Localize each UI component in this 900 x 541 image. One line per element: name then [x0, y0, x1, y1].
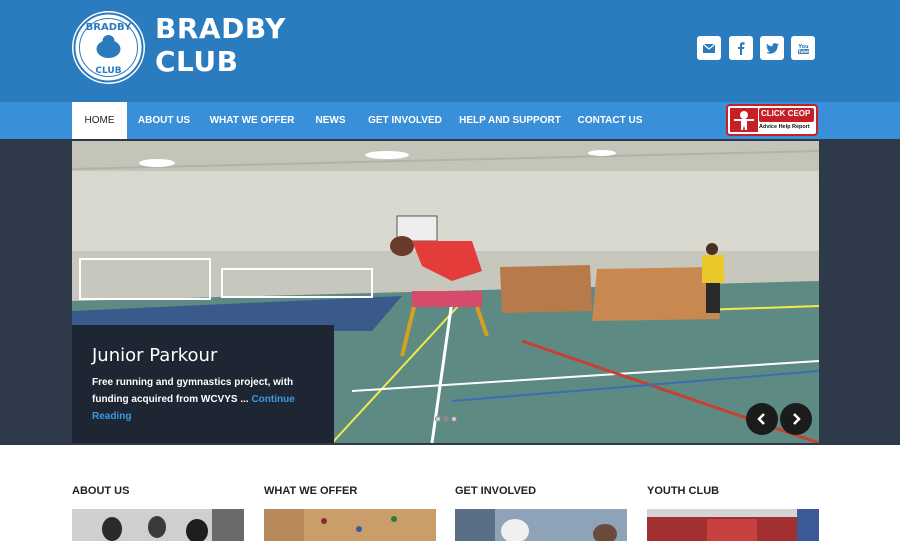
nav-item-about-us[interactable]: ABOUT US [132, 102, 196, 139]
nav-item-home[interactable]: HOME [72, 102, 127, 139]
nav-item-get-involved[interactable]: GET INVOLVED [363, 102, 447, 139]
section-title-about-us[interactable]: ABOUT US [72, 485, 129, 497]
slider-prev-button[interactable] [746, 403, 778, 435]
chevron-right-icon [793, 413, 801, 425]
site-title-line1: BRADBY [155, 12, 286, 45]
logo-text-bottom: CLUB [95, 66, 121, 76]
site-logo[interactable]: BRADBY CLUB [72, 11, 145, 84]
logo-text-top: BRADBY [86, 22, 132, 33]
ceop-logo-icon [730, 108, 758, 132]
chevron-left-icon [757, 413, 765, 425]
youtube-icon[interactable]: You Tube [791, 36, 815, 60]
slide-excerpt: Free running and gymnastics project, wit… [92, 374, 302, 425]
nav-item-help-and-support[interactable]: HELP AND SUPPORT [458, 102, 562, 139]
slider-dot[interactable] [451, 416, 457, 422]
section-title-what-we-offer[interactable]: WHAT WE OFFER [264, 485, 357, 497]
slide-caption: Junior Parkour Free running and gymnasti… [72, 325, 334, 443]
site-header: BRADBY CLUB BRADBY CLUB You Tube [0, 0, 900, 102]
nav-item-what-we-offer[interactable]: WHAT WE OFFER [204, 102, 300, 139]
facebook-icon[interactable] [729, 36, 753, 60]
about-us-thumbnail[interactable] [72, 509, 244, 541]
nav-item-contact-us[interactable]: CONTACT US [572, 102, 648, 139]
slide-title[interactable]: Junior Parkour [92, 345, 217, 366]
site-title-line2: CLUB [155, 45, 239, 78]
nav-item-news[interactable]: NEWS [308, 102, 353, 139]
ceop-sublabel: Advice Help Report [759, 124, 810, 130]
what-we-offer-thumbnail[interactable] [264, 509, 436, 541]
slider-dot-active[interactable] [443, 416, 449, 422]
twitter-icon[interactable] [760, 36, 784, 60]
mail-icon[interactable] [697, 36, 721, 60]
section-title-get-involved[interactable]: GET INVOLVED [455, 485, 536, 497]
youth-club-thumbnail[interactable] [647, 509, 819, 541]
ceop-label: CLICK CEOP [761, 109, 811, 118]
section-title-youth-club[interactable]: YOUTH CLUB [647, 485, 719, 497]
svg-text:Tube: Tube [798, 49, 809, 54]
get-involved-thumbnail[interactable] [455, 509, 627, 541]
ceop-report-button[interactable]: CLICK CEOP Advice Help Report [726, 104, 818, 136]
slider-dot[interactable] [435, 416, 441, 422]
slider-next-button[interactable] [780, 403, 812, 435]
site-title[interactable]: BRADBY CLUB [155, 12, 286, 78]
